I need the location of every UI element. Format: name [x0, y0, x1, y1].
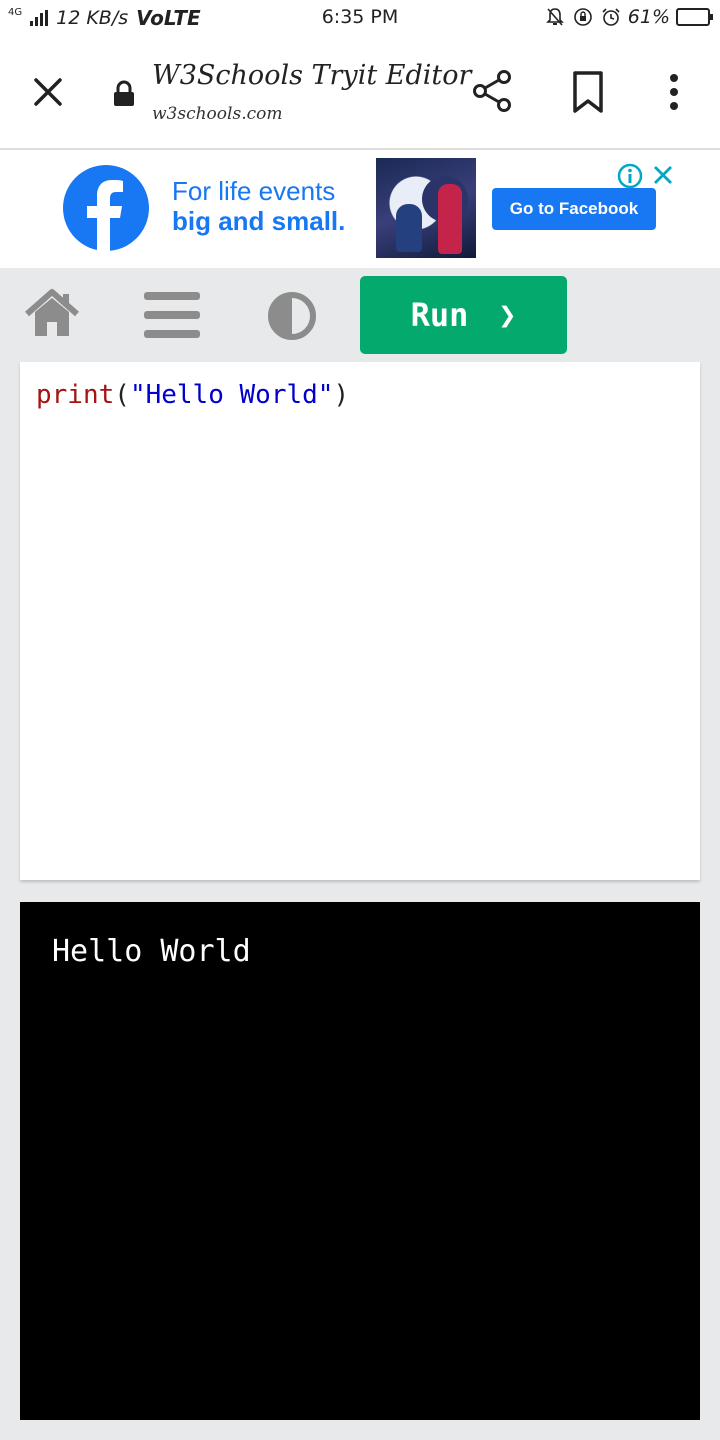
- go-to-facebook-button[interactable]: Go to Facebook: [492, 188, 656, 230]
- alarm-clock-icon: [600, 6, 622, 28]
- ad-image[interactable]: [376, 158, 476, 258]
- ad-banner[interactable]: For life events big and small. Go to Fac…: [0, 150, 720, 268]
- run-button[interactable]: Run ❯: [360, 276, 567, 354]
- facebook-logo-icon[interactable]: [62, 164, 150, 252]
- output-text: Hello World: [52, 934, 251, 969]
- status-bar: 4G 12 KB/s VoLTE 6:35 PM 61%: [0, 0, 720, 38]
- bookmark-icon[interactable]: [570, 70, 606, 114]
- more-vert-icon[interactable]: [660, 72, 688, 112]
- ad-info-icon[interactable]: [616, 162, 644, 190]
- page-title[interactable]: W3Schools Tryit Editor: [152, 60, 471, 91]
- mute-bell-icon: [544, 6, 566, 28]
- home-icon[interactable]: [24, 288, 80, 340]
- code-token-paren-open: (: [114, 380, 130, 410]
- code-token-string: "Hello World": [129, 380, 334, 410]
- run-label: Run: [410, 296, 469, 334]
- code-token-function: print: [36, 380, 115, 410]
- output-panel: Hello World: [20, 902, 700, 1420]
- page-url[interactable]: w3schools.com: [152, 104, 282, 124]
- code-editor[interactable]: print("Hello World"): [20, 362, 700, 880]
- lock-icon[interactable]: [112, 80, 136, 108]
- ad-line-1: For life events: [172, 176, 336, 206]
- ad-headline[interactable]: For life events big and small.: [172, 176, 345, 236]
- rotation-lock-icon: [572, 6, 594, 28]
- ad-image-person-2: [438, 184, 462, 254]
- menu-icon[interactable]: [142, 290, 202, 340]
- battery-icon: [676, 8, 713, 26]
- ad-image-person-1: [396, 204, 422, 252]
- code-token-paren-close: ): [333, 380, 350, 410]
- battery-percent: 61%: [627, 6, 670, 28]
- contrast-icon[interactable]: [266, 290, 318, 342]
- code-line[interactable]: print("Hello World"): [36, 380, 349, 410]
- ad-close-icon[interactable]: [650, 162, 676, 188]
- editor-navbar: Run ❯: [0, 268, 720, 362]
- share-icon[interactable]: [470, 68, 516, 114]
- browser-toolbar: W3Schools Tryit Editor w3schools.com: [0, 38, 720, 148]
- chevron-right-icon: ❯: [498, 297, 517, 333]
- close-icon[interactable]: [28, 72, 68, 112]
- ad-line-2: big and small.: [172, 206, 346, 236]
